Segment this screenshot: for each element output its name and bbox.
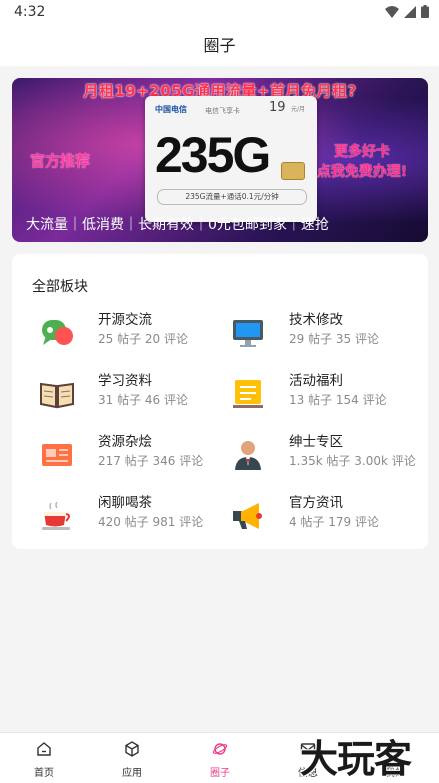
board-stats: 29 帖子 35 评论 [289, 332, 379, 346]
cube-icon [125, 741, 139, 757]
board-stats: 13 帖子 154 评论 [289, 393, 387, 407]
board-stats: 31 帖子 46 评论 [98, 393, 188, 407]
board-stats: 217 帖子 346 评论 [98, 454, 204, 468]
tab-apps[interactable]: 应用 [88, 733, 176, 783]
board-item-chat-tea[interactable]: 闲聊喝茶 420 帖子 981 评论 [36, 489, 226, 537]
board-item-tech-mod[interactable]: 技术修改 29 帖子 35 评论 [227, 306, 417, 354]
tab-circle[interactable]: 圈子 [176, 733, 264, 783]
banner-bottom-text: 大流量｜低消费｜长期有效｜0元包邮到家｜速抢 [26, 217, 329, 233]
battery-icon [421, 5, 429, 18]
card-price-unit: 元/月 [291, 106, 306, 113]
board-name: 活动福利 [289, 373, 343, 389]
signal-icon [404, 5, 416, 18]
monitor-icon [233, 320, 263, 347]
board-name: 闲聊喝茶 [98, 495, 152, 511]
banner-left-label: 官方推荐 [30, 152, 91, 170]
banner-right-label: 更多好卡 点我免费办理! [302, 142, 422, 182]
tea-cup-icon [42, 501, 70, 530]
status-time: 4:32 [14, 4, 46, 20]
tab-home[interactable]: 首页 [0, 733, 88, 783]
folder-icon [42, 444, 72, 466]
board-name: 官方资讯 [289, 495, 343, 511]
page-title: 圈子 [203, 36, 236, 55]
notepad-icon [233, 380, 263, 408]
wifi-icon [385, 5, 399, 18]
tab-label: 首页 [34, 768, 54, 779]
board-item-official-news[interactable]: 官方资讯 4 帖子 179 评论 [227, 489, 417, 537]
card-data-amount: 235G [155, 127, 271, 183]
status-bar: 4:32 [0, 0, 439, 26]
board-item-open-source[interactable]: 开源交流 25 帖子 20 评论 [36, 306, 226, 354]
tab-label: 圈子 [210, 768, 230, 779]
home-icon [37, 742, 51, 756]
board-stats: 25 帖子 20 评论 [98, 332, 188, 346]
title-bar: 圈子 [0, 26, 439, 66]
open-book-icon [40, 382, 74, 409]
board-item-resources[interactable]: 资源杂烩 217 帖子 346 评论 [36, 428, 226, 476]
board-item-study[interactable]: 学习资料 31 帖子 46 评论 [36, 367, 226, 415]
board-name: 开源交流 [98, 312, 152, 328]
board-name: 资源杂烩 [98, 434, 152, 450]
board-item-events[interactable]: 活动福利 13 帖子 154 评论 [227, 367, 417, 415]
banner-right-line2: 点我免费办理! [316, 164, 408, 180]
board-stats: 4 帖子 179 评论 [289, 515, 379, 529]
chat-bubbles-icon [42, 320, 73, 345]
tab-label: 应用 [122, 768, 142, 779]
boards-panel: 全部板块 开源交流 25 帖子 20 评论 技术修改 29 帖子 35 评论 学… [12, 254, 428, 549]
watermark: 大玩客 [300, 737, 412, 781]
gentleman-icon [235, 441, 261, 470]
board-name: 学习资料 [98, 373, 152, 389]
board-stats: 1.35k 帖子 3.00k 评论 [289, 454, 416, 468]
planet-icon [212, 743, 228, 755]
board-name: 绅士专区 [289, 434, 343, 450]
card-plan-pill: 235G流量+通话0.1元/分钟 [157, 189, 307, 205]
status-icons [385, 5, 429, 18]
promo-banner[interactable]: 月租19+205G通用流量+首月免月租? 中国电信 电信飞享卡 19 元/月 2… [12, 78, 428, 242]
section-heading: 全部板块 [32, 279, 88, 295]
banner-right-line1: 更多好卡 [334, 144, 390, 160]
megaphone-icon [233, 503, 262, 529]
card-brand: 中国电信 [155, 105, 187, 114]
card-name: 电信飞享卡 [205, 107, 240, 115]
board-stats: 420 帖子 981 评论 [98, 515, 204, 529]
board-name: 技术修改 [289, 312, 343, 328]
sim-card-image: 中国电信 电信飞享卡 19 元/月 235G 235G流量+通话0.1元/分钟 [145, 96, 317, 222]
card-price: 19 [269, 100, 286, 115]
board-item-gentleman[interactable]: 绅士专区 1.35k 帖子 3.00k 评论 [227, 428, 417, 476]
